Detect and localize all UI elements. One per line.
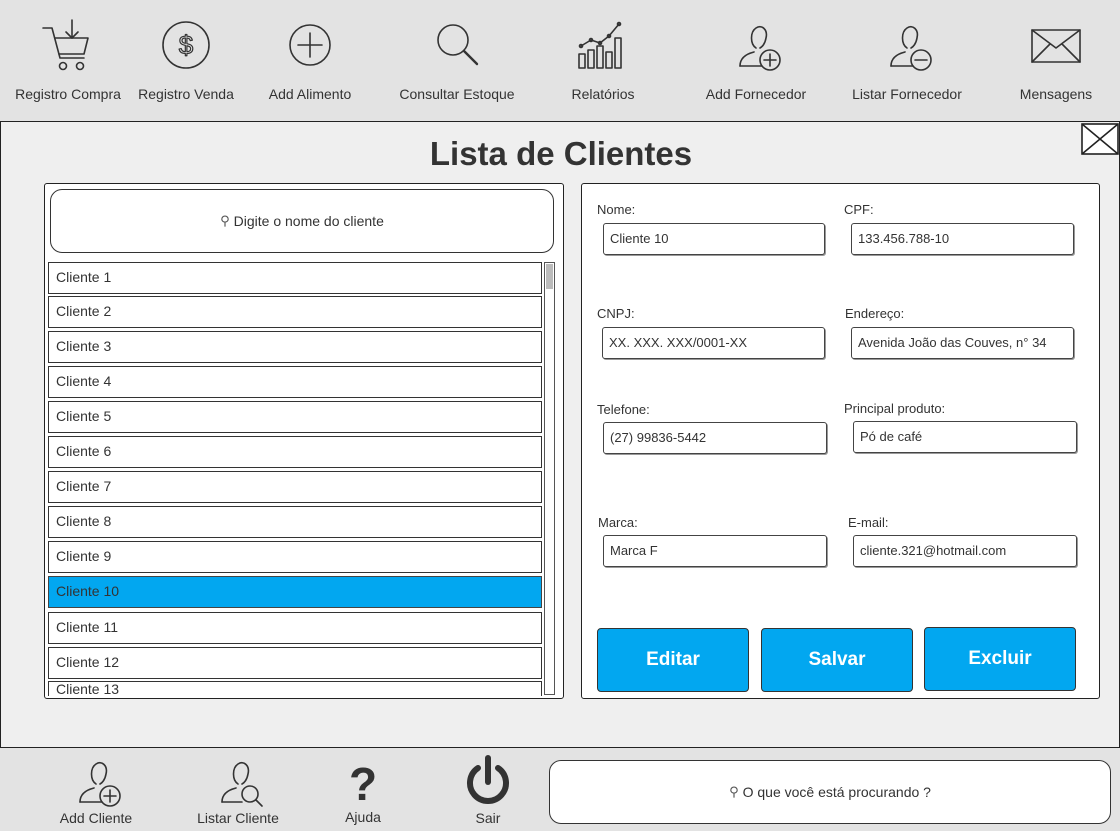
relatorios-label: Relatórios bbox=[571, 86, 635, 102]
close-envelope-icon[interactable] bbox=[1081, 123, 1119, 155]
user-remove-icon bbox=[877, 16, 937, 74]
top-toolbar: Registro Compra $ Registro Venda Add Ali… bbox=[0, 0, 1120, 121]
cnpj-field[interactable]: XX. XXX. XXX/0001-XX bbox=[602, 327, 825, 359]
bar-chart-icon bbox=[573, 16, 633, 74]
client-search-placeholder: Digite o nome do cliente bbox=[233, 213, 384, 229]
page-title: Lista de Clientes bbox=[429, 135, 693, 172]
power-icon bbox=[458, 754, 518, 810]
ajuda-label: Ajuda bbox=[345, 809, 381, 825]
add-cliente-label: Add Cliente bbox=[59, 810, 133, 826]
mensagens-label: Mensagens bbox=[1019, 86, 1093, 102]
list-item-selected[interactable]: Cliente 10 bbox=[48, 576, 542, 608]
main-panel: Lista de Clientes ⚲ Digite o nome do cli… bbox=[0, 121, 1120, 748]
user-search-icon bbox=[208, 754, 268, 810]
delete-button[interactable]: Excluir bbox=[924, 627, 1076, 691]
add-cliente-button[interactable]: Add Cliente bbox=[36, 748, 156, 831]
cpf-field[interactable]: 133.456.788-10 bbox=[851, 223, 1074, 255]
sair-button[interactable]: Sair bbox=[428, 748, 548, 831]
registro-compra-label: Registro Compra bbox=[15, 86, 121, 102]
user-add-icon bbox=[66, 754, 126, 810]
consultar-estoque-button[interactable]: Consultar Estoque bbox=[392, 0, 522, 121]
global-search-input[interactable]: ⚲ O que você está procurando ? bbox=[549, 760, 1111, 824]
ajuda-button[interactable]: ? Ajuda bbox=[303, 748, 423, 831]
svg-text:$: $ bbox=[179, 30, 194, 60]
sair-label: Sair bbox=[475, 810, 501, 826]
add-fornecedor-label: Add Fornecedor bbox=[705, 86, 807, 102]
registro-compra-button[interactable]: Registro Compra bbox=[8, 0, 128, 121]
cnpj-label: CNPJ: bbox=[597, 306, 635, 321]
nome-field[interactable]: Cliente 10 bbox=[603, 223, 825, 255]
global-search-placeholder: O que você está procurando ? bbox=[742, 784, 931, 800]
list-item[interactable]: Cliente 1 bbox=[48, 262, 542, 294]
telefone-field[interactable]: (27) 99836-5442 bbox=[603, 422, 827, 454]
listar-fornecedor-label: Listar Fornecedor bbox=[852, 86, 962, 102]
list-item[interactable]: Cliente 3 bbox=[48, 331, 542, 363]
dollar-circle-icon: $ bbox=[156, 16, 216, 74]
scrollbar-thumb[interactable] bbox=[546, 264, 553, 289]
edit-button[interactable]: Editar bbox=[597, 628, 749, 692]
list-item[interactable]: Cliente 4 bbox=[48, 366, 542, 398]
email-label: E-mail: bbox=[848, 515, 889, 530]
produto-field[interactable]: Pó de café bbox=[853, 421, 1077, 453]
registro-venda-button[interactable]: $ Registro Venda bbox=[126, 0, 246, 121]
marca-field[interactable]: Marca F bbox=[603, 535, 827, 567]
list-item[interactable]: Cliente 13 bbox=[48, 681, 542, 696]
marca-label: Marca: bbox=[598, 515, 638, 530]
listar-cliente-label: Listar Cliente bbox=[197, 810, 279, 826]
registro-venda-label: Registro Venda bbox=[138, 86, 234, 102]
list-item[interactable]: Cliente 7 bbox=[48, 471, 542, 503]
relatorios-button[interactable]: Relatórios bbox=[543, 0, 663, 121]
consultar-estoque-label: Consultar Estoque bbox=[399, 86, 515, 102]
cpf-label: CPF: bbox=[844, 202, 874, 217]
bottom-toolbar: Add Cliente Listar Cliente ? Ajuda Sair … bbox=[0, 748, 1120, 831]
endereco-label: Endereço: bbox=[845, 306, 905, 321]
mensagens-button[interactable]: Mensagens bbox=[996, 0, 1116, 121]
client-search-input[interactable]: ⚲ Digite o nome do cliente bbox=[50, 189, 554, 253]
envelope-icon bbox=[1026, 16, 1086, 74]
list-item[interactable]: Cliente 9 bbox=[48, 541, 542, 573]
listar-fornecedor-button[interactable]: Listar Fornecedor bbox=[847, 0, 967, 121]
listar-cliente-button[interactable]: Listar Cliente bbox=[178, 748, 298, 831]
question-icon: ? bbox=[333, 754, 393, 810]
user-add-icon bbox=[726, 16, 786, 74]
client-list-scrollbar[interactable] bbox=[544, 262, 555, 695]
add-alimento-label: Add Alimento bbox=[268, 86, 352, 102]
list-item[interactable]: Cliente 2 bbox=[48, 296, 542, 328]
cart-download-icon bbox=[38, 16, 98, 74]
produto-label: Principal produto: bbox=[844, 401, 946, 416]
list-item[interactable]: Cliente 5 bbox=[48, 401, 542, 433]
add-alimento-button[interactable]: Add Alimento bbox=[250, 0, 370, 121]
email-field[interactable]: cliente.321@hotmail.com bbox=[853, 535, 1077, 567]
list-item[interactable]: Cliente 6 bbox=[48, 436, 542, 468]
nome-label: Nome: bbox=[597, 202, 636, 217]
list-item[interactable]: Cliente 8 bbox=[48, 506, 542, 538]
list-item[interactable]: Cliente 12 bbox=[48, 647, 542, 679]
client-detail-panel: Nome: Cliente 10 CPF: 133.456.788-10 CNP… bbox=[581, 183, 1100, 699]
client-list-panel: ⚲ Digite o nome do cliente Cliente 1 Cli… bbox=[44, 183, 564, 699]
telefone-label: Telefone: bbox=[597, 402, 650, 417]
svg-text:?: ? bbox=[349, 758, 377, 810]
search-icon: ⚲ bbox=[220, 213, 230, 228]
search-icon bbox=[427, 16, 487, 74]
add-fornecedor-button[interactable]: Add Fornecedor bbox=[696, 0, 816, 121]
endereco-field[interactable]: Avenida João das Couves, n° 34 bbox=[851, 327, 1074, 359]
search-icon: ⚲ bbox=[729, 784, 739, 799]
client-list: Cliente 1 Cliente 2 Cliente 3 Cliente 4 … bbox=[48, 262, 543, 696]
save-button[interactable]: Salvar bbox=[761, 628, 913, 692]
list-item[interactable]: Cliente 11 bbox=[48, 612, 542, 644]
plus-circle-icon bbox=[280, 16, 340, 74]
